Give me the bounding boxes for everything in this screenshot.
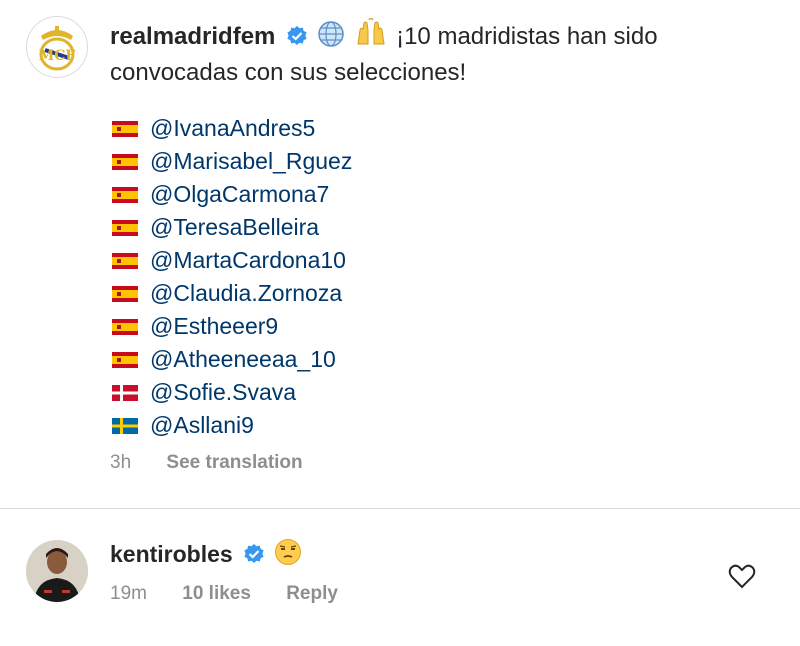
mention-handle[interactable]: @OlgaCarmona7 — [150, 181, 329, 208]
comment-meta: 19m 10 likes Reply — [110, 583, 368, 605]
verified-badge-icon — [243, 543, 265, 571]
raised-hands-icon — [355, 17, 387, 57]
unamused-face-icon — [274, 538, 302, 572]
spain-flag-icon — [112, 252, 138, 269]
divider — [0, 508, 800, 509]
post-meta: 3h See translation — [110, 452, 303, 474]
sweden-flag-icon — [112, 417, 138, 434]
heart-icon[interactable] — [728, 563, 756, 594]
crest-icon: MCF — [39, 26, 76, 71]
caption-text-block: realmadridfem ¡10 madridistas han sido c… — [110, 17, 770, 89]
list-item[interactable]: @Marisabel_Rguez — [112, 145, 352, 178]
mention-handle[interactable]: @Sofie.Svava — [150, 379, 296, 406]
post-username[interactable]: realmadridfem — [110, 23, 275, 50]
mention-handle[interactable]: @MartaCardona10 — [150, 247, 346, 274]
comment-timestamp: 19m — [110, 583, 147, 604]
list-item[interactable]: @Asllani9 — [112, 409, 352, 442]
list-item[interactable]: @Claudia.Zornoza — [112, 277, 352, 310]
mention-handle[interactable]: @TeresaBelleira — [150, 214, 319, 241]
mention-handle[interactable]: @Claudia.Zornoza — [150, 280, 342, 307]
denmark-flag-icon — [112, 384, 138, 401]
spain-flag-icon — [112, 120, 138, 137]
verified-badge-icon — [286, 24, 308, 56]
player-photo-icon — [26, 540, 88, 602]
spain-flag-icon — [112, 153, 138, 170]
comment-likes-link[interactable]: 10 likes — [182, 583, 251, 604]
reply-button[interactable]: Reply — [286, 583, 338, 604]
list-item[interactable]: @MartaCardona10 — [112, 244, 352, 277]
spain-flag-icon — [112, 186, 138, 203]
list-item[interactable]: @Atheeneeaa_10 — [112, 343, 352, 376]
post-caption: MCF realmadridfem ¡10 madridistas han si… — [0, 0, 800, 508]
list-item[interactable]: @IvanaAndres5 — [112, 112, 352, 145]
spain-flag-icon — [112, 219, 138, 236]
svg-text:MCF: MCF — [39, 48, 76, 64]
commenter-avatar[interactable] — [26, 540, 88, 602]
globe-icon — [317, 20, 345, 57]
spain-flag-icon — [112, 351, 138, 368]
comment-username[interactable]: kentirobles — [110, 541, 233, 567]
see-translation-link[interactable]: See translation — [166, 452, 302, 473]
mention-handle[interactable]: @Marisabel_Rguez — [150, 148, 352, 175]
mention-list: @IvanaAndres5 @Marisabel_Rguez @OlgaCarm… — [112, 112, 352, 442]
spain-flag-icon — [112, 285, 138, 302]
list-item[interactable]: @OlgaCarmona7 — [112, 178, 352, 211]
list-item[interactable]: @Estheeer9 — [112, 310, 352, 343]
mention-handle[interactable]: @IvanaAndres5 — [150, 115, 315, 142]
mention-handle[interactable]: @Asllani9 — [150, 412, 254, 439]
list-item[interactable]: @Sofie.Svava — [112, 376, 352, 409]
list-item[interactable]: @TeresaBelleira — [112, 211, 352, 244]
spain-flag-icon — [112, 318, 138, 335]
mention-handle[interactable]: @Atheeneeaa_10 — [150, 346, 336, 373]
post-timestamp: 3h — [110, 452, 132, 473]
real-madrid-crest-avatar[interactable]: MCF — [26, 16, 88, 78]
mention-handle[interactable]: @Estheeer9 — [150, 313, 278, 340]
comment-header: kentirobles — [110, 538, 304, 572]
